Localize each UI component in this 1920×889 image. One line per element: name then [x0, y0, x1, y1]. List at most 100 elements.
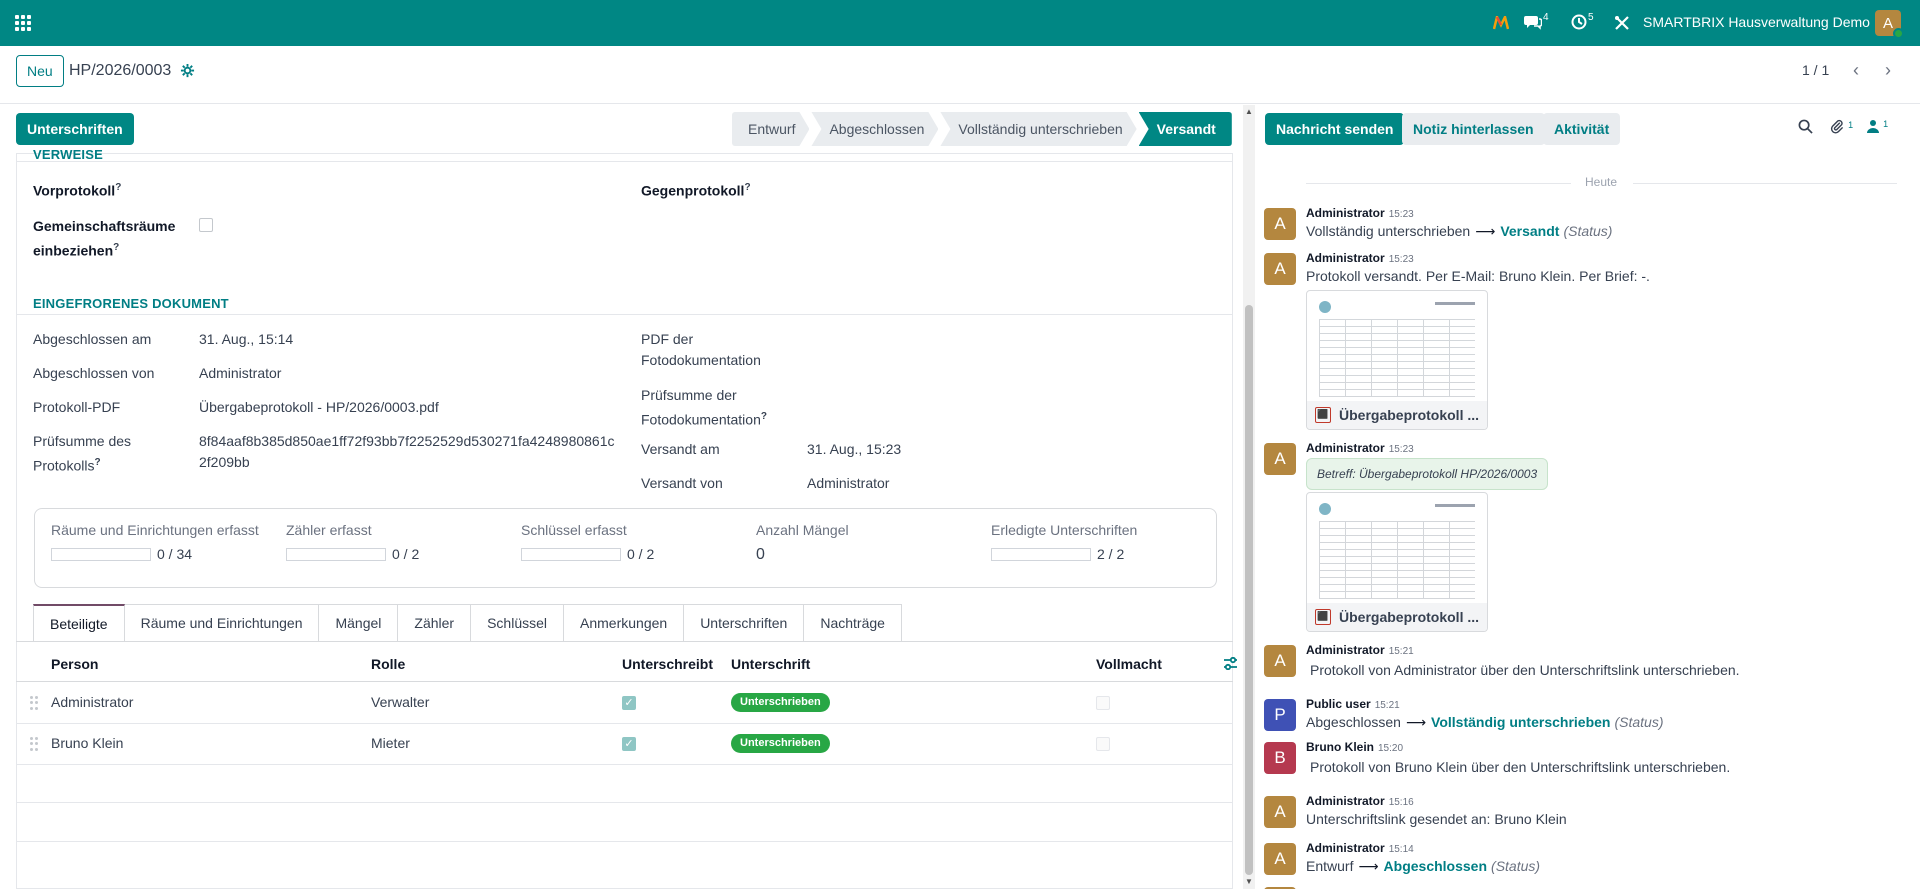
pdf-thumbnail	[1317, 501, 1477, 601]
section-divider	[17, 314, 1232, 315]
tab-maengel[interactable]: Mängel	[319, 604, 399, 642]
user-avatar[interactable]: A	[1875, 10, 1904, 39]
message-author: Bruno Klein 15:20	[1306, 740, 1404, 754]
avatar[interactable]: B	[1264, 742, 1296, 774]
status-badge: Unterschrieben	[731, 734, 830, 753]
vollmacht-checkbox[interactable]	[1096, 696, 1110, 710]
stage-vollstaendig-unterschrieben[interactable]: Vollständig unterschrieben	[940, 112, 1136, 146]
stat-zaehler: Zähler erfasst 0 / 2	[286, 522, 419, 562]
chevron-right-icon: ›	[1885, 59, 1891, 80]
message-author: Administrator 15:21	[1306, 643, 1414, 657]
tab-beteiligte[interactable]: Beteiligte	[33, 604, 125, 642]
stat-schluessel: Schlüssel erfasst 0 / 2	[521, 522, 654, 562]
signatures-button[interactable]: Unterschriften	[16, 113, 134, 145]
tools-icon[interactable]	[1614, 12, 1630, 34]
clock-icon	[1571, 14, 1587, 33]
followers-button[interactable]: 1	[1867, 119, 1888, 137]
unterschreibt-checkbox[interactable]: ✓	[622, 696, 636, 710]
attachments-button[interactable]: 1	[1830, 119, 1853, 138]
protokoll-pdf-link[interactable]: Übergabeprotokoll - HP/2026/0003.pdf	[199, 397, 439, 418]
table-row[interactable]: Administrator Verwalter ✓ Unterschrieben	[16, 683, 1233, 724]
column-vollmacht[interactable]: Vollmacht	[1096, 656, 1162, 672]
column-person[interactable]: Person	[51, 656, 98, 672]
avatar[interactable]: A	[1264, 253, 1296, 285]
tab-schluessel[interactable]: Schlüssel	[471, 604, 565, 642]
form-scrollbar[interactable]: ▲ ▼	[1243, 105, 1255, 889]
messaging-button[interactable]: 4	[1524, 12, 1549, 34]
pdf-attachment-card[interactable]: ⬛ Übergabeprotokoll ...	[1306, 492, 1488, 632]
drag-handle-icon[interactable]	[30, 696, 38, 710]
column-unterschreibt[interactable]: Unterschreibt	[622, 656, 713, 672]
message-author: Administrator 15:23	[1306, 206, 1414, 220]
tab-nachtraege[interactable]: Nachträge	[804, 604, 902, 642]
avatar[interactable]: A	[1264, 443, 1296, 475]
avatar[interactable]: A	[1264, 645, 1296, 677]
drag-handle-icon[interactable]	[30, 737, 38, 751]
avatar[interactable]: A	[1264, 208, 1296, 240]
avatar[interactable]: A	[1264, 843, 1296, 875]
user-icon	[1867, 120, 1883, 137]
send-message-button[interactable]: Nachricht senden	[1265, 113, 1405, 145]
status-badge: Unterschrieben	[731, 693, 830, 712]
app-logo-icon[interactable]	[1493, 12, 1509, 34]
abgeschlossen-von-link[interactable]: Administrator	[199, 363, 281, 384]
paperclip-icon	[1830, 119, 1848, 138]
tracking-value: Abgeschlossen ⟶ Vollständig unterschrieben…	[1306, 714, 1664, 730]
tab-zaehler[interactable]: Zähler	[398, 604, 472, 642]
table-row[interactable]: Bruno Klein Mieter ✓ Unterschrieben	[16, 724, 1233, 765]
progress-bar	[51, 547, 151, 561]
tab-unterschriften[interactable]: Unterschriften	[684, 604, 805, 642]
avatar[interactable]: P	[1264, 699, 1296, 731]
unterschreibt-checkbox[interactable]: ✓	[622, 737, 636, 751]
attachment-name: Übergabeprotokoll ...	[1339, 407, 1480, 423]
pager-value[interactable]: 1 / 1	[1802, 62, 1829, 78]
column-unterschrift[interactable]: Unterschrift	[731, 656, 810, 672]
control-panel: Neu HP/2026/0003 1 / 1 ‹ ›	[0, 46, 1920, 104]
search-icon[interactable]	[1798, 119, 1813, 138]
message-author: Public user 15:21	[1306, 697, 1400, 711]
stage-abgeschlossen[interactable]: Abgeschlossen	[811, 112, 938, 146]
pager-next-button[interactable]: ›	[1875, 57, 1901, 83]
email-subject-bubble: Betreff: Übergabeprotokoll HP/2026/0003	[1306, 458, 1549, 490]
message-time: 15:14	[1388, 844, 1414, 855]
top-navbar: 4 5 SMARTBRIX Hausverwaltung Demo A	[0, 0, 1920, 46]
log-note-button[interactable]: Notiz hinterlassen	[1402, 113, 1545, 145]
pager-previous-button[interactable]: ‹	[1843, 57, 1869, 83]
stage-entwurf[interactable]: Entwurf	[732, 112, 809, 146]
scroll-up-icon[interactable]: ▲	[1244, 107, 1254, 116]
activity-button[interactable]: Aktivität	[1543, 113, 1621, 145]
avatar[interactable]: A	[1264, 796, 1296, 828]
abgeschlossen-am-value: 31. Aug., 15:14	[199, 331, 294, 347]
column-rolle[interactable]: Rolle	[371, 656, 405, 672]
tab-anmerkungen[interactable]: Anmerkungen	[564, 604, 685, 642]
date-separator: Heute	[1306, 175, 1897, 191]
chat-icon	[1524, 14, 1543, 33]
apps-menu-icon[interactable]	[15, 15, 31, 31]
pdf-icon: ⬛	[1315, 407, 1331, 423]
pdf-attachment-card[interactable]: ⬛ Übergabeprotokoll ...	[1306, 290, 1488, 430]
scrollbar-thumb[interactable]	[1245, 305, 1253, 875]
vorprotokoll-label: Vorprotokoll?	[33, 182, 122, 199]
gemeinschaftsraeume-checkbox[interactable]	[199, 218, 213, 232]
cell-person: Bruno Klein	[51, 735, 124, 751]
stage-versandt[interactable]: Versandt	[1138, 112, 1232, 146]
user-initial: A	[1882, 14, 1893, 32]
progress-stats-panel: Räume und Einrichtungen erfasst 0 / 34 Z…	[34, 508, 1217, 588]
progress-bar	[521, 547, 621, 561]
gegenprotokoll-label: Gegenprotokoll?	[641, 182, 751, 199]
message-body: Unterschriftslink gesendet an: Bruno Kle…	[1306, 811, 1567, 827]
gear-icon[interactable]	[180, 63, 196, 79]
form-view: Unterschriften Entwurf Abgeschlossen Vol…	[0, 105, 1237, 889]
table-empty-row	[16, 841, 1233, 842]
versandt-von-link[interactable]: Administrator	[807, 473, 889, 494]
scroll-down-icon[interactable]: ▼	[1244, 877, 1254, 886]
new-button[interactable]: Neu	[16, 55, 64, 87]
tab-raeume[interactable]: Räume und Einrichtungen	[124, 604, 320, 642]
company-switcher[interactable]: SMARTBRIX Hausverwaltung Demo	[1643, 14, 1870, 30]
optional-columns-icon[interactable]	[1223, 656, 1237, 674]
vollmacht-checkbox[interactable]	[1096, 737, 1110, 751]
pdf-fotodokumentation-label: PDF der Fotodokumentation	[641, 331, 761, 368]
arrow-right-icon: ⟶	[1358, 858, 1379, 874]
chatter-message	[1264, 885, 1904, 889]
activity-button[interactable]: 5	[1571, 12, 1594, 34]
